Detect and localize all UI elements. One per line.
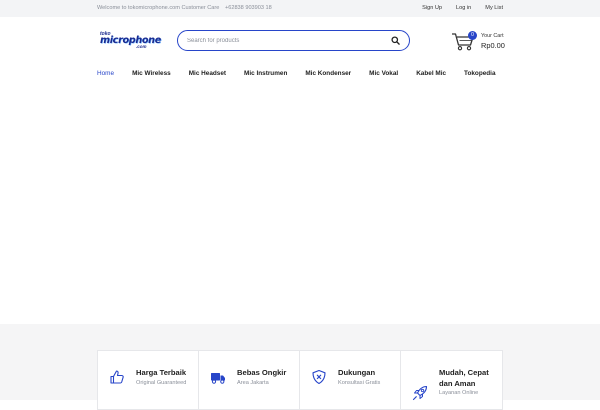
cart-count-badge: 0 — [468, 31, 477, 40]
nav-item-mic-vokal[interactable]: Mic Vokal — [369, 70, 398, 80]
feature-support: Dukungan Konsultasi Gratis — [300, 351, 401, 409]
nav-item-tokopedia[interactable]: Tokopedia — [464, 70, 495, 80]
nav-item-mic-instrumen[interactable]: Mic Instrumen — [244, 70, 287, 80]
search-bar — [177, 30, 410, 51]
sign-up-link[interactable]: Sign Up — [422, 5, 442, 11]
nav-item-kabel-mic[interactable]: Kabel Mic — [416, 70, 446, 80]
rocket-icon — [412, 385, 428, 401]
my-list-link[interactable]: My List — [485, 5, 503, 11]
shield-icon — [312, 369, 326, 385]
feature-easy-fast-safe: Mudah, Cepat dan Aman Layanan Online — [401, 351, 502, 409]
feature-best-price: Harga Terbaik Original Guaranteed — [98, 351, 199, 409]
feature-title: Harga Terbaik — [136, 368, 187, 377]
feature-subtitle: Konsultasi Gratis — [338, 380, 381, 386]
feature-subtitle: Layanan Online — [439, 390, 479, 396]
logo-wordmark: microphone — [100, 35, 161, 46]
nav-item-mic-headset[interactable]: Mic Headset — [189, 70, 226, 80]
feature-title: Bebas Ongkir — [237, 368, 287, 377]
cart-widget[interactable]: 0 Your Cart Rp0.00 — [451, 31, 511, 53]
feature-title: Dukungan — [338, 368, 376, 377]
top-bar: Welcome to tokomicrophone.com Customer C… — [0, 0, 600, 17]
main-nav: Home Mic Wireless Mic Headset Mic Instru… — [97, 70, 496, 80]
search-icon[interactable] — [391, 36, 400, 45]
thumbs-up-icon — [110, 370, 124, 384]
cart-total: Rp0.00 — [481, 41, 505, 50]
feature-subtitle: Original Guaranteed — [136, 380, 187, 386]
nav-item-home[interactable]: Home — [97, 70, 114, 80]
cart-label: Your Cart — [481, 33, 504, 39]
welcome-text: Welcome to tokomicrophone.com Customer C… — [97, 5, 220, 11]
search-input[interactable] — [187, 35, 377, 46]
truck-icon — [211, 373, 225, 384]
feature-title: Mudah, Cepat dan Aman — [439, 368, 489, 388]
site-logo[interactable]: toko microphone .com — [100, 31, 161, 51]
feature-free-shipping: Bebas Ongkir Area Jakarta — [199, 351, 300, 409]
logo-domain: .com — [136, 44, 147, 49]
welcome-message: Welcome to tokomicrophone.com Customer C… — [97, 5, 276, 11]
features-strip: Harga Terbaik Original Guaranteed Bebas … — [97, 350, 503, 410]
log-in-link[interactable]: Log in — [456, 5, 471, 11]
customer-care-phone[interactable]: +62838 903903 18 — [225, 5, 272, 11]
nav-item-mic-wireless[interactable]: Mic Wireless — [132, 70, 171, 80]
nav-item-mic-kondenser[interactable]: Mic Kondenser — [305, 70, 351, 80]
feature-subtitle: Area Jakarta — [237, 380, 269, 386]
hero-banner-area — [0, 90, 600, 324]
account-links: Sign Up Log in My List — [422, 5, 503, 11]
